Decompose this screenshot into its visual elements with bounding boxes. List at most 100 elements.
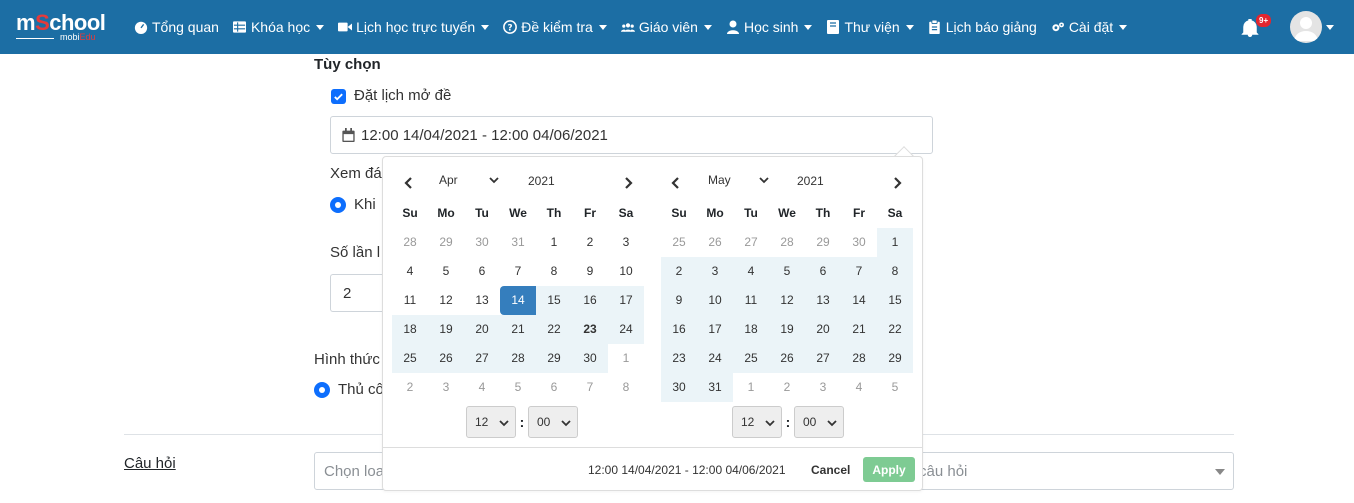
calendar-day[interactable]: 20 [464,315,500,344]
calendar-day[interactable]: 24 [608,315,644,344]
right-month-select[interactable]: May [708,173,769,187]
calendar-day[interactable]: 18 [392,315,428,344]
calendar-day[interactable]: 3 [805,373,841,402]
calendar-day[interactable]: 2 [572,228,608,257]
questions-link[interactable]: Câu hỏi [124,455,176,472]
calendar-day[interactable]: 1 [608,344,644,373]
nav-item-clipboard[interactable]: Lịch báo giảng [928,19,1037,35]
calendar-day[interactable]: 21 [500,315,536,344]
attempts-input[interactable]: 2 [330,274,390,312]
calendar-day[interactable]: 5 [877,373,913,402]
view-answers-option[interactable]: Khi [354,196,376,213]
chevron-down-icon[interactable] [1326,25,1334,30]
apply-button[interactable]: Apply [863,457,915,482]
calendar-day[interactable]: 11 [733,286,769,315]
calendar-day[interactable]: 19 [428,315,464,344]
calendar-day[interactable]: 29 [805,228,841,257]
calendar-day[interactable]: 2 [392,373,428,402]
end-minute-select[interactable]: 00 [794,406,844,438]
calendar-day[interactable]: 17 [697,315,733,344]
form-type-option[interactable]: Thủ cô [338,381,384,398]
nav-item-question-circle[interactable]: ? Đề kiểm tra [503,19,607,35]
nav-item-book[interactable]: Thư viện [826,19,914,35]
calendar-day[interactable]: 11 [392,286,428,315]
calendar-day[interactable]: 30 [572,344,608,373]
calendar-day[interactable]: 17 [608,286,644,315]
view-answers-radio[interactable] [330,197,346,213]
calendar-day[interactable]: 26 [697,228,733,257]
calendar-day[interactable]: 8 [536,257,572,286]
calendar-day[interactable]: 20 [805,315,841,344]
chevron-right-icon[interactable] [889,175,905,191]
calendar-day[interactable]: 29 [877,344,913,373]
calendar-day[interactable]: 4 [392,257,428,286]
calendar-day[interactable]: 22 [877,315,913,344]
nav-item-cogs[interactable]: Cài đặt [1051,19,1128,35]
calendar-day[interactable]: 13 [805,286,841,315]
calendar-day[interactable]: 29 [428,228,464,257]
calendar-day[interactable]: 31 [500,228,536,257]
left-year-label[interactable]: 2021 [528,174,555,188]
cancel-button[interactable]: Cancel [803,457,858,482]
calendar-day[interactable]: 31 [697,373,733,402]
nav-item-table[interactable]: Khóa học [233,19,325,35]
schedule-checkbox-label[interactable]: Đặt lịch mở đề [354,87,451,104]
calendar-day[interactable]: 22 [536,315,572,344]
calendar-day[interactable]: 18 [733,315,769,344]
calendar-day[interactable]: 23 [572,315,608,344]
chevron-left-icon[interactable] [668,175,684,191]
calendar-day[interactable]: 12 [769,286,805,315]
calendar-day[interactable]: 5 [500,373,536,402]
end-hour-select[interactable]: 12 [732,406,782,438]
calendar-day[interactable]: 16 [661,315,697,344]
calendar-day[interactable]: 15 [877,286,913,315]
calendar-day[interactable]: 27 [733,228,769,257]
calendar-day[interactable]: 25 [661,228,697,257]
calendar-day[interactable]: 25 [733,344,769,373]
date-range-input[interactable]: 12:00 14/04/2021 - 12:00 04/06/2021 [330,116,933,154]
calendar-day[interactable]: 25 [392,344,428,373]
start-minute-select[interactable]: 00 [528,406,578,438]
avatar[interactable] [1290,11,1322,43]
chevron-left-icon[interactable] [401,175,417,191]
calendar-day[interactable]: 27 [464,344,500,373]
calendar-day[interactable]: 3 [428,373,464,402]
calendar-day[interactable]: 29 [536,344,572,373]
question-select[interactable]: câu hỏi [910,452,1234,490]
calendar-day[interactable]: 4 [464,373,500,402]
calendar-day[interactable]: 7 [500,257,536,286]
calendar-day[interactable]: 1 [536,228,572,257]
calendar-day[interactable]: 7 [841,257,877,286]
calendar-day[interactable]: 30 [841,228,877,257]
calendar-day[interactable]: 10 [697,286,733,315]
calendar-day[interactable]: 5 [428,257,464,286]
calendar-day[interactable]: 28 [392,228,428,257]
calendar-day[interactable]: 5 [769,257,805,286]
form-type-radio[interactable] [314,382,330,398]
calendar-day[interactable]: 14 [500,286,536,315]
calendar-day[interactable]: 16 [572,286,608,315]
calendar-day[interactable]: 28 [769,228,805,257]
calendar-day[interactable]: 1 [733,373,769,402]
nav-item-video[interactable]: Lịch học trực tuyến [338,19,490,35]
schedule-checkbox[interactable] [331,89,346,104]
nav-item-dashboard[interactable]: Tổng quan [134,19,219,35]
calendar-day[interactable]: 3 [697,257,733,286]
calendar-day[interactable]: 1 [877,228,913,257]
calendar-day[interactable]: 30 [661,373,697,402]
calendar-day[interactable]: 4 [841,373,877,402]
calendar-day[interactable]: 4 [733,257,769,286]
left-month-select[interactable]: Apr [439,173,499,187]
calendar-day[interactable]: 21 [841,315,877,344]
calendar-day[interactable]: 2 [661,257,697,286]
calendar-day[interactable]: 28 [841,344,877,373]
calendar-day[interactable]: 30 [464,228,500,257]
calendar-day[interactable]: 26 [769,344,805,373]
calendar-day[interactable]: 23 [661,344,697,373]
calendar-day[interactable]: 13 [464,286,500,315]
calendar-day[interactable]: 3 [608,228,644,257]
right-year-label[interactable]: 2021 [797,174,824,188]
calendar-day[interactable]: 10 [608,257,644,286]
calendar-day[interactable]: 26 [428,344,464,373]
calendar-day[interactable]: 27 [805,344,841,373]
